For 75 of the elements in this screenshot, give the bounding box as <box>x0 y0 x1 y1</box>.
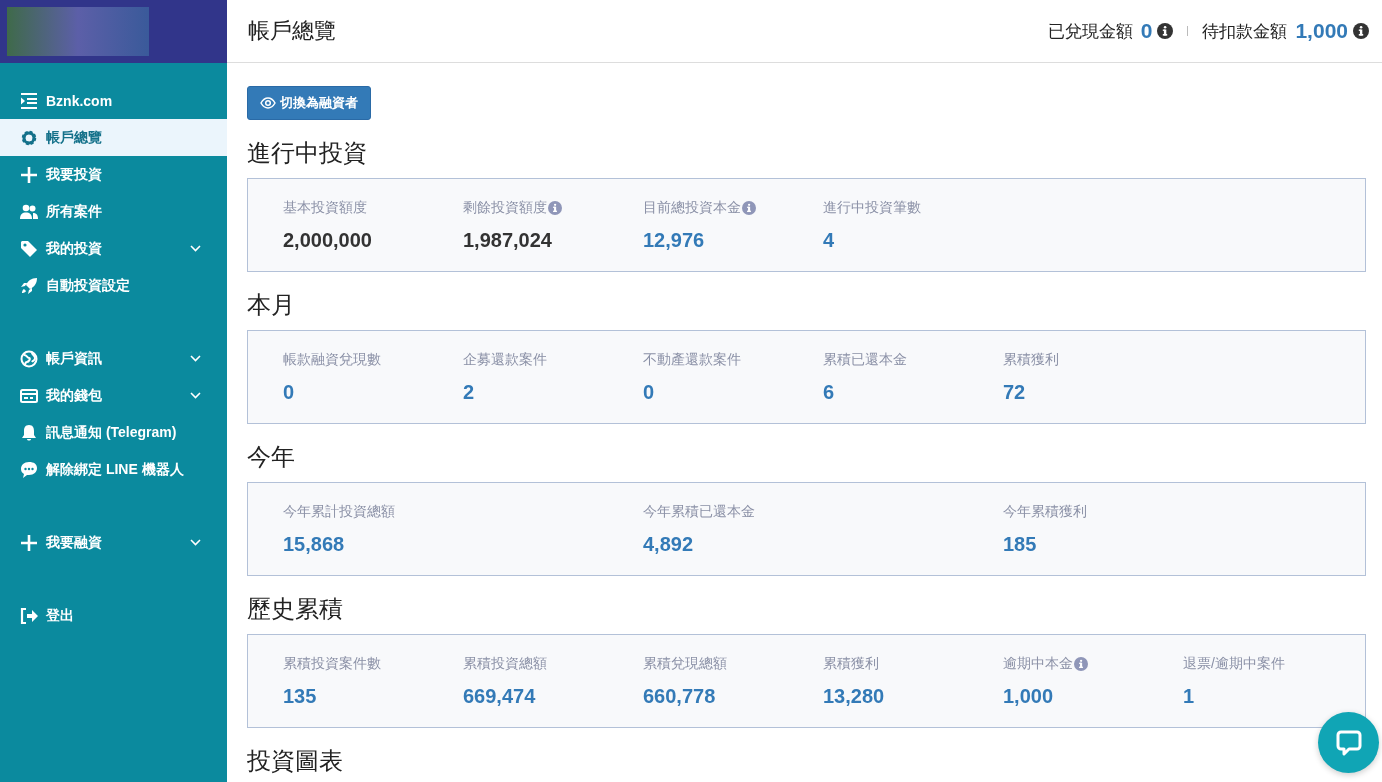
stat-value: 1,987,024 <box>463 228 553 252</box>
sidebar-item[interactable]: 我的投資 <box>0 230 227 267</box>
rocket-icon <box>20 276 38 295</box>
tag-icon <box>20 239 38 258</box>
stat-value: 660,778 <box>643 684 717 708</box>
stat-label: 累積兌現總額 <box>643 655 727 673</box>
balance-label: 待扣款金額 <box>1202 20 1288 43</box>
stat-label: 帳款融資兌現數 <box>283 351 381 369</box>
balance-value: 0 <box>1140 19 1153 43</box>
stat-label: 今年累積已還本金 <box>643 503 755 521</box>
sidebar-item[interactable]: 我要投資 <box>0 156 227 193</box>
stat-value: 135 <box>283 684 318 708</box>
sidebar-item[interactable]: 我的錢包 <box>0 377 227 414</box>
stat-value: 72 <box>1003 380 1027 404</box>
sidebar-item[interactable]: 所有案件 <box>0 193 227 230</box>
section-heading: 今年 <box>247 442 295 472</box>
stat-value: 6 <box>823 380 836 404</box>
stat-label: 今年累積獲利 <box>1003 503 1087 521</box>
section-heading: 本月 <box>247 290 295 320</box>
info-icon[interactable] <box>1353 23 1369 39</box>
stat-value: 12,976 <box>643 228 706 252</box>
info-icon[interactable] <box>1157 23 1174 39</box>
sidebar-item[interactable]: 訊息通知 (Telegram) <box>0 414 227 451</box>
stat-label: 逾期中本金 <box>1003 655 1073 673</box>
settings-icon <box>20 128 38 147</box>
section-heading: 進行中投資 <box>247 138 367 168</box>
balance-value: 1,000 <box>1295 19 1348 43</box>
sidebar-item[interactable]: 解除綁定 LINE 機器人 <box>0 451 227 488</box>
stat-value: 185 <box>1003 532 1038 556</box>
section-heading: 歷史累積 <box>247 594 343 624</box>
stat-value: 1 <box>1183 684 1196 708</box>
users-icon <box>20 202 38 221</box>
balance-label: 已兌現金額 <box>1047 20 1133 43</box>
page-title: 帳戶總覽 <box>248 17 337 45</box>
bell-icon <box>20 423 38 442</box>
stat-label: 累積投資案件數 <box>283 655 381 673</box>
plus-icon <box>20 165 38 184</box>
list-icon <box>20 91 38 110</box>
speech-bubble-icon <box>20 460 38 479</box>
stat-label: 不動產還款案件 <box>643 351 741 369</box>
speech-bubble-icon <box>1334 728 1363 757</box>
sidebar-item[interactable]: 登出 <box>0 597 227 634</box>
sidebar-item[interactable]: 帳戶資訊 <box>0 340 227 377</box>
stat-value: 4,892 <box>643 532 695 556</box>
stat-value: 0 <box>283 380 296 404</box>
section-heading: 投資圖表 <box>247 746 343 776</box>
chat-button[interactable] <box>1318 712 1379 773</box>
credit-card-icon <box>20 386 38 405</box>
sidebar-item[interactable]: 我要融資 <box>0 524 227 561</box>
stat-label: 剩餘投資額度 <box>463 199 547 217</box>
stat-label: 進行中投資筆數 <box>823 199 921 217</box>
stat-label: 累積已還本金 <box>823 351 907 369</box>
stat-value: 4 <box>823 228 836 252</box>
stat-value: 2 <box>463 380 476 404</box>
stat-label: 今年累計投資總額 <box>283 503 395 521</box>
eye-icon <box>260 97 276 109</box>
stat-label: 目前總投資本金 <box>643 199 741 217</box>
stat-label: 企募還款案件 <box>463 351 547 369</box>
stat-label: 基本投資額度 <box>283 199 367 217</box>
logout-icon <box>20 606 38 625</box>
sidebar-item[interactable]: 自動投資設定 <box>0 267 227 304</box>
stat-value: 1,000 <box>1003 684 1055 708</box>
stat-value: 0 <box>643 380 656 404</box>
stat-value: 15,868 <box>283 532 346 556</box>
stat-value: 2,000,000 <box>283 228 373 252</box>
stat-label: 退票/逾期中案件 <box>1183 655 1285 673</box>
switch-role-button[interactable]: 切換為融資者 <box>247 86 371 120</box>
sidebar-item[interactable]: 帳戶總覽 <box>0 119 227 156</box>
stat-label: 累積獲利 <box>823 655 879 673</box>
stat-value: 669,474 <box>463 684 537 708</box>
stat-value: 13,280 <box>823 684 886 708</box>
stat-label: 累積投資總額 <box>463 655 547 673</box>
sidebar-item[interactable]: Bznk.com <box>0 82 227 119</box>
stat-label: 累積獲利 <box>1003 351 1059 369</box>
plus-icon <box>20 533 38 552</box>
